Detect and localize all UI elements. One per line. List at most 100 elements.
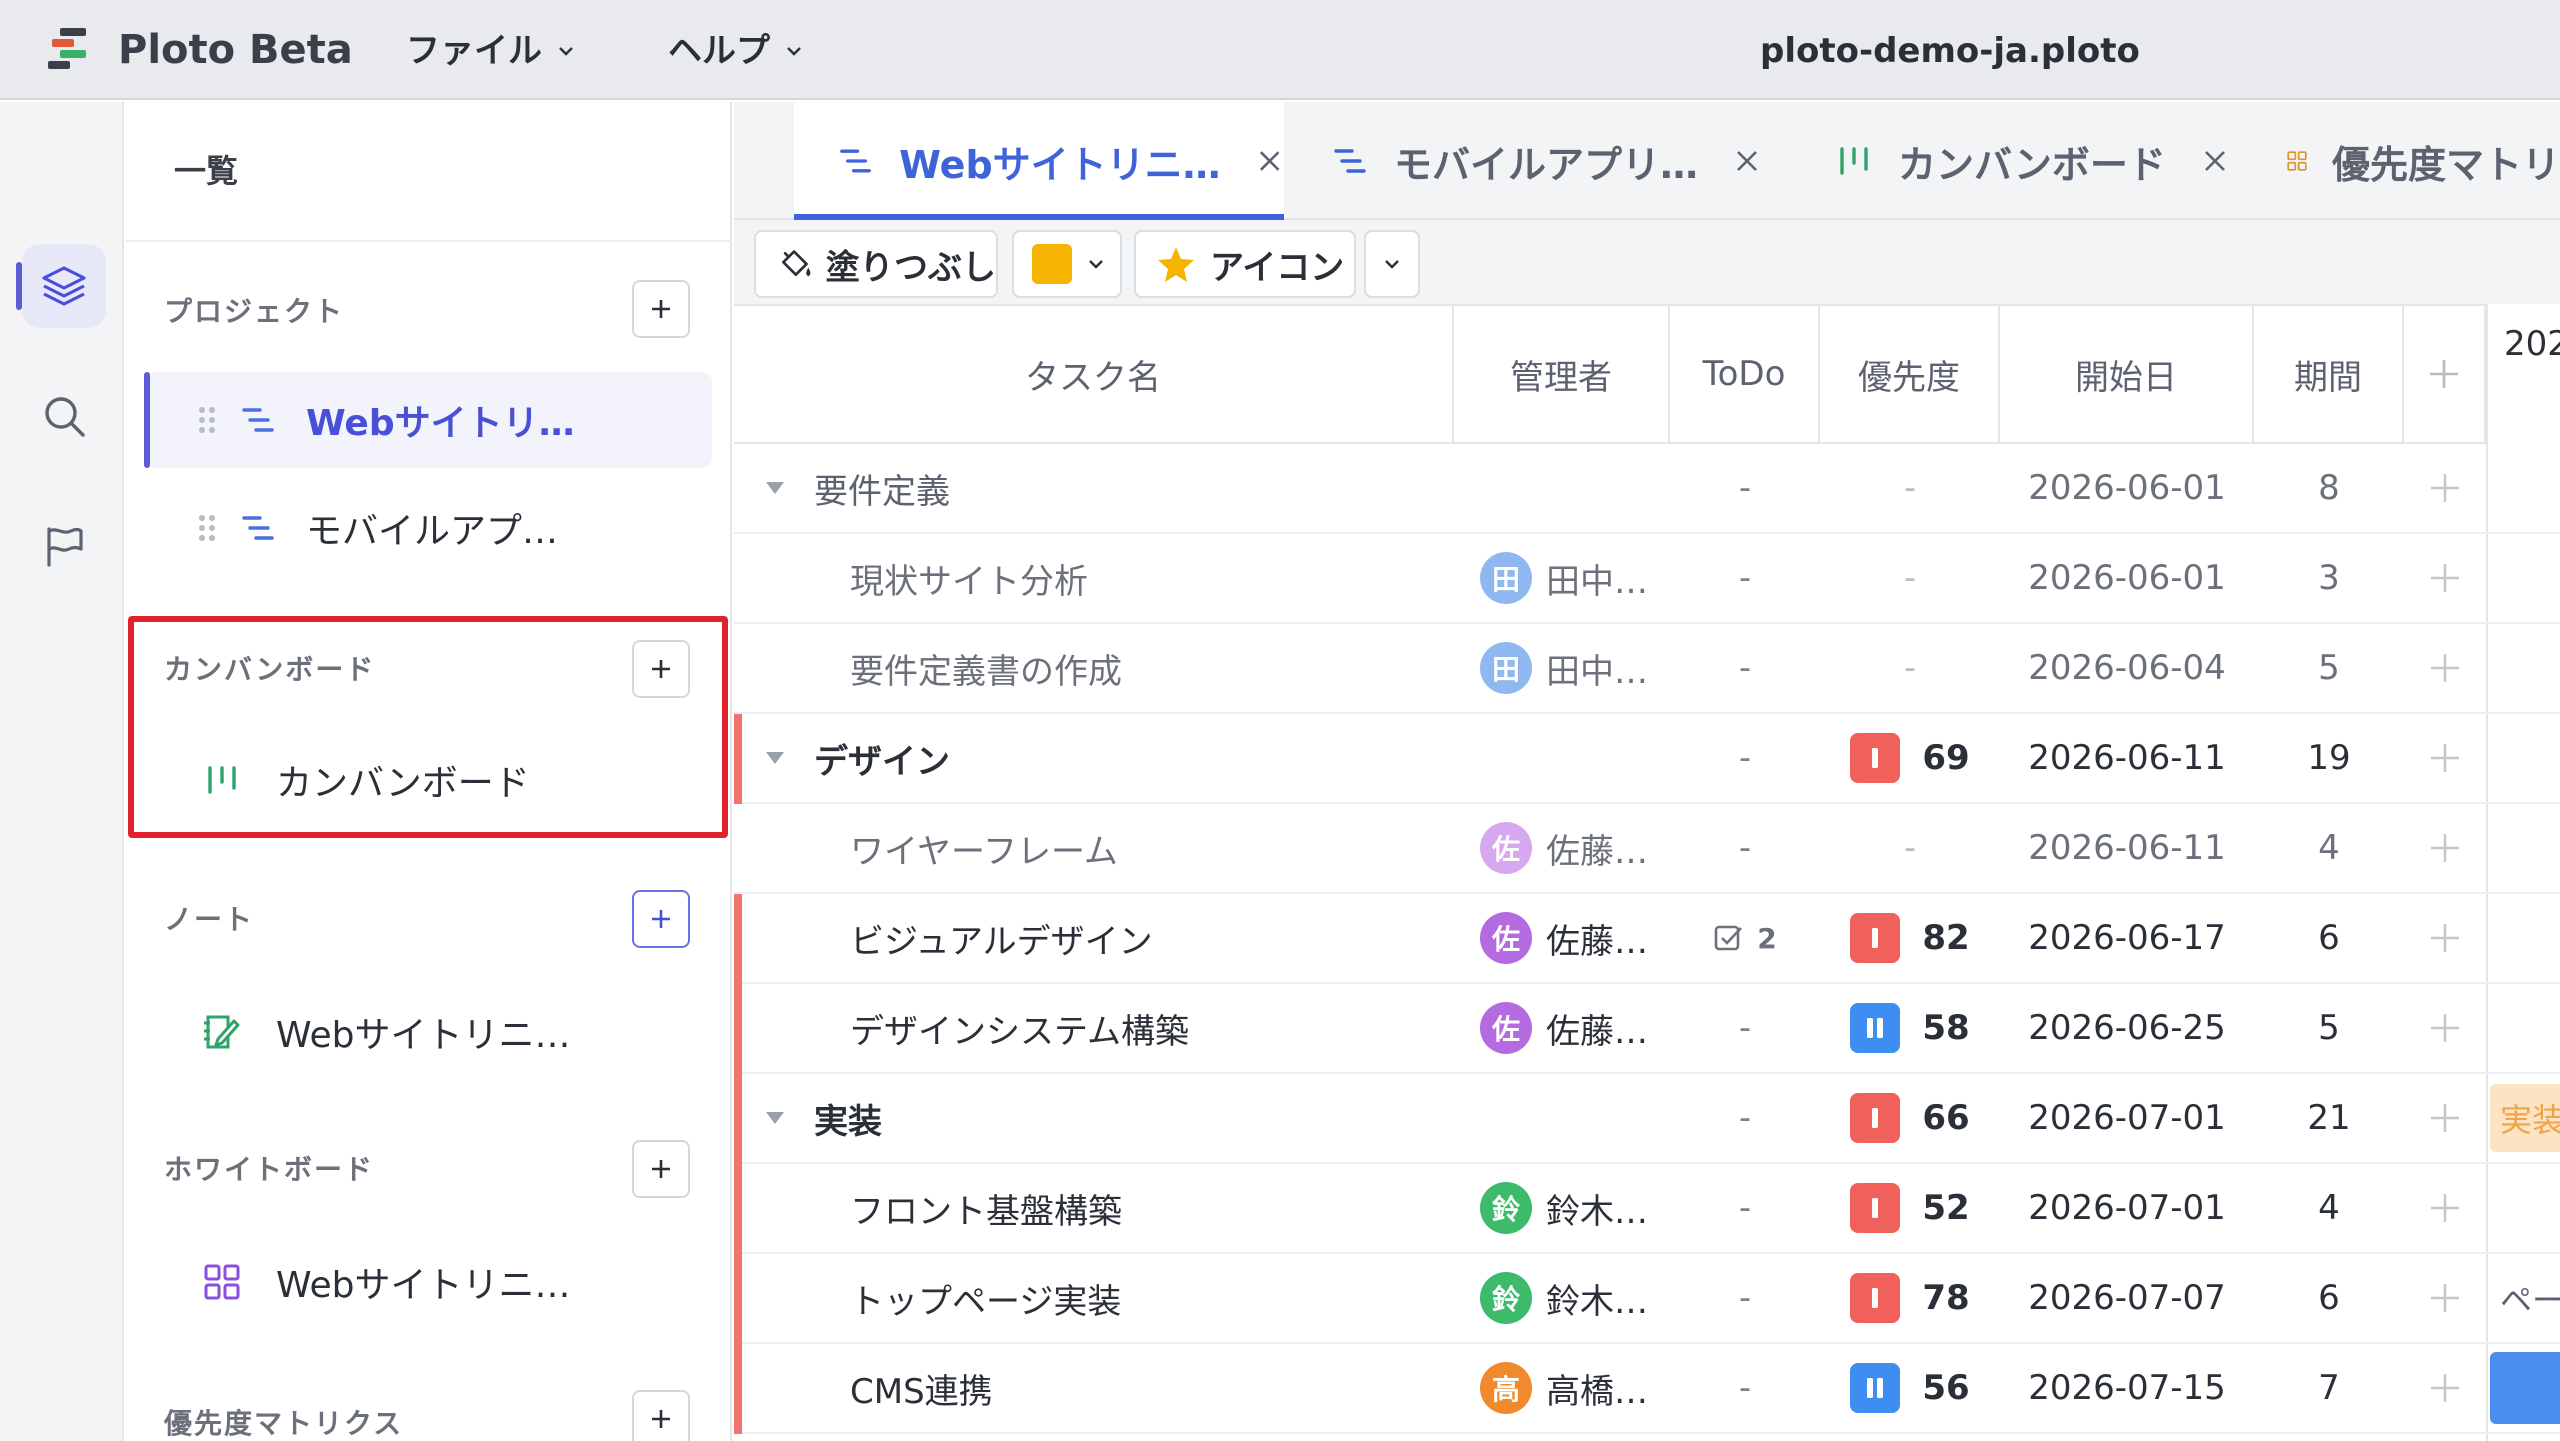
sidebar-item-note-web[interactable]: Webサイトリニ… [146,984,712,1080]
todo-cell[interactable]: 2 [1670,894,1820,982]
add-matrix-button[interactable] [632,1390,690,1441]
caret-down-icon[interactable] [764,750,786,766]
fill-color-picker[interactable] [1012,230,1122,298]
tab-kanban[interactable]: カンバンボード [1834,102,2274,220]
duration-cell[interactable]: 6 [2254,1254,2404,1342]
task-row[interactable]: CMS連携 高高橋… - 56 2026-07-15 7 [734,1344,2560,1434]
group-row[interactable]: デザイン - 69 2026-06-11 19 [734,714,2560,804]
task-name-cell[interactable]: 要件定義 [734,444,1454,532]
task-name-cell[interactable]: フロント基盤構築 [734,1164,1454,1252]
start-date-cell[interactable]: 2026-06-25 [2000,984,2254,1072]
group-row[interactable]: 要件定義 - -2026-06-01 8 [734,444,2560,534]
add-row-button[interactable] [2404,1164,2486,1252]
icon-dropdown-button[interactable] [1364,230,1420,298]
duration-cell[interactable]: 5 [2254,984,2404,1072]
manager-cell[interactable]: 高高橋… [1454,1344,1670,1432]
add-column-button[interactable] [2404,306,2486,442]
caret-down-icon[interactable] [764,480,786,496]
manager-cell[interactable]: 佐佐藤… [1454,984,1670,1072]
task-name-cell[interactable]: ワイヤーフレーム [734,804,1454,892]
manager-cell[interactable] [1454,714,1670,802]
task-name-cell[interactable]: 実装 [734,1074,1454,1162]
add-whiteboard-button[interactable] [632,1140,690,1198]
task-name-cell[interactable]: トップページ実装 [734,1254,1454,1342]
add-row-button[interactable] [2404,714,2486,802]
duration-cell[interactable]: 3 [2254,534,2404,622]
add-row-button[interactable] [2404,1254,2486,1342]
add-row-button[interactable] [2404,534,2486,622]
priority-cell[interactable]: - [1820,804,2000,892]
close-icon[interactable] [1255,146,1284,176]
add-row-button[interactable] [2404,444,2486,532]
start-date-cell[interactable]: 2026-07-01 [2000,1164,2254,1252]
add-row-button[interactable] [2404,1074,2486,1162]
start-date-cell[interactable]: 2026-06-11 [2000,804,2254,892]
task-row[interactable]: ビジュアルデザイン 佐佐藤… 2 82 2026-06-17 6 [734,894,2560,984]
start-date-cell[interactable]: 2026-06-17 [2000,894,2254,982]
menu-file[interactable]: ファイル [406,28,576,74]
add-note-button[interactable] [632,890,690,948]
tab-web-renewal[interactable]: Webサイトリニ… [794,102,1284,220]
priority-cell[interactable]: 56 [1820,1344,2000,1432]
task-name-cell[interactable]: 要件定義書の作成 [734,624,1454,712]
priority-cell[interactable]: 78 [1820,1254,2000,1342]
task-name-cell[interactable]: ビジュアルデザイン [734,894,1454,982]
task-name-cell[interactable]: デザインシステム構築 [734,984,1454,1072]
task-row[interactable]: 要件定義書の作成田田中… - -2026-06-04 5 [734,624,2560,714]
manager-cell[interactable]: 田田中… [1454,534,1670,622]
priority-cell[interactable]: 82 [1820,894,2000,982]
priority-cell[interactable]: - [1820,444,2000,532]
start-date-cell[interactable]: 2026-06-01 [2000,534,2254,622]
menu-help[interactable]: ヘルプ [668,28,804,74]
todo-cell[interactable]: - [1670,534,1820,622]
drag-handle-icon[interactable] [198,405,216,435]
start-date-cell[interactable]: 2026-07-07 [2000,1254,2254,1342]
todo-cell[interactable]: - [1670,1344,1820,1432]
rail-flag-button[interactable] [22,504,106,588]
manager-cell[interactable]: 鈴鈴木… [1454,1254,1670,1342]
duration-cell[interactable]: 6 [2254,894,2404,982]
manager-cell[interactable]: 佐佐藤… [1454,804,1670,892]
column-header-task-name[interactable]: タスク名 [734,306,1454,442]
caret-down-icon[interactable] [764,1110,786,1126]
task-row[interactable]: フロント基盤構築 鈴鈴木… - 52 2026-07-01 4 [734,1164,2560,1254]
task-row[interactable]: ワイヤーフレーム佐佐藤… - -2026-06-11 4 [734,804,2560,894]
duration-cell[interactable]: 5 [2254,624,2404,712]
task-row[interactable]: トップページ実装 鈴鈴木… - 78 2026-07-07 6 ペー [734,1254,2560,1344]
gantt-task-bar[interactable] [2490,1352,2560,1424]
todo-cell[interactable]: - [1670,1254,1820,1342]
column-header-manager[interactable]: 管理者 [1454,306,1670,442]
duration-cell[interactable]: 19 [2254,714,2404,802]
group-row[interactable]: 実装 - 66 2026-07-01 21 実装 [734,1074,2560,1164]
start-date-cell[interactable]: 2026-06-01 [2000,444,2254,532]
todo-cell[interactable]: - [1670,1074,1820,1162]
icon-button[interactable]: アイコン [1134,230,1356,298]
task-name-cell[interactable]: デザイン [734,714,1454,802]
tab-priority-matrix[interactable]: 優先度マトリ [2286,102,2560,220]
close-icon[interactable] [2200,146,2230,176]
add-row-button[interactable] [2404,894,2486,982]
duration-cell[interactable]: 8 [2254,444,2404,532]
start-date-cell[interactable]: 2026-06-04 [2000,624,2254,712]
priority-cell[interactable]: - [1820,534,2000,622]
add-row-button[interactable] [2404,984,2486,1072]
task-name-cell[interactable]: CMS連携 [734,1344,1454,1432]
priority-cell[interactable]: - [1820,624,2000,712]
todo-cell[interactable]: - [1670,984,1820,1072]
duration-cell[interactable]: 4 [2254,1164,2404,1252]
add-row-button[interactable] [2404,1344,2486,1432]
priority-cell[interactable]: 69 [1820,714,2000,802]
sidebar-item-project-mobile[interactable]: モバイルアプ… [146,480,712,576]
drag-handle-icon[interactable] [198,513,216,543]
duration-cell[interactable]: 21 [2254,1074,2404,1162]
rail-layers-button[interactable] [22,244,106,328]
column-header-duration[interactable]: 期間 [2254,306,2404,442]
priority-cell[interactable]: 58 [1820,984,2000,1072]
manager-cell[interactable]: 佐佐藤… [1454,894,1670,982]
priority-cell[interactable]: 66 [1820,1074,2000,1162]
start-date-cell[interactable]: 2026-07-01 [2000,1074,2254,1162]
priority-cell[interactable]: 52 [1820,1164,2000,1252]
column-header-todo[interactable]: ToDo [1670,306,1820,442]
column-header-start-date[interactable]: 開始日 [2000,306,2254,442]
close-icon[interactable] [1732,146,1762,176]
